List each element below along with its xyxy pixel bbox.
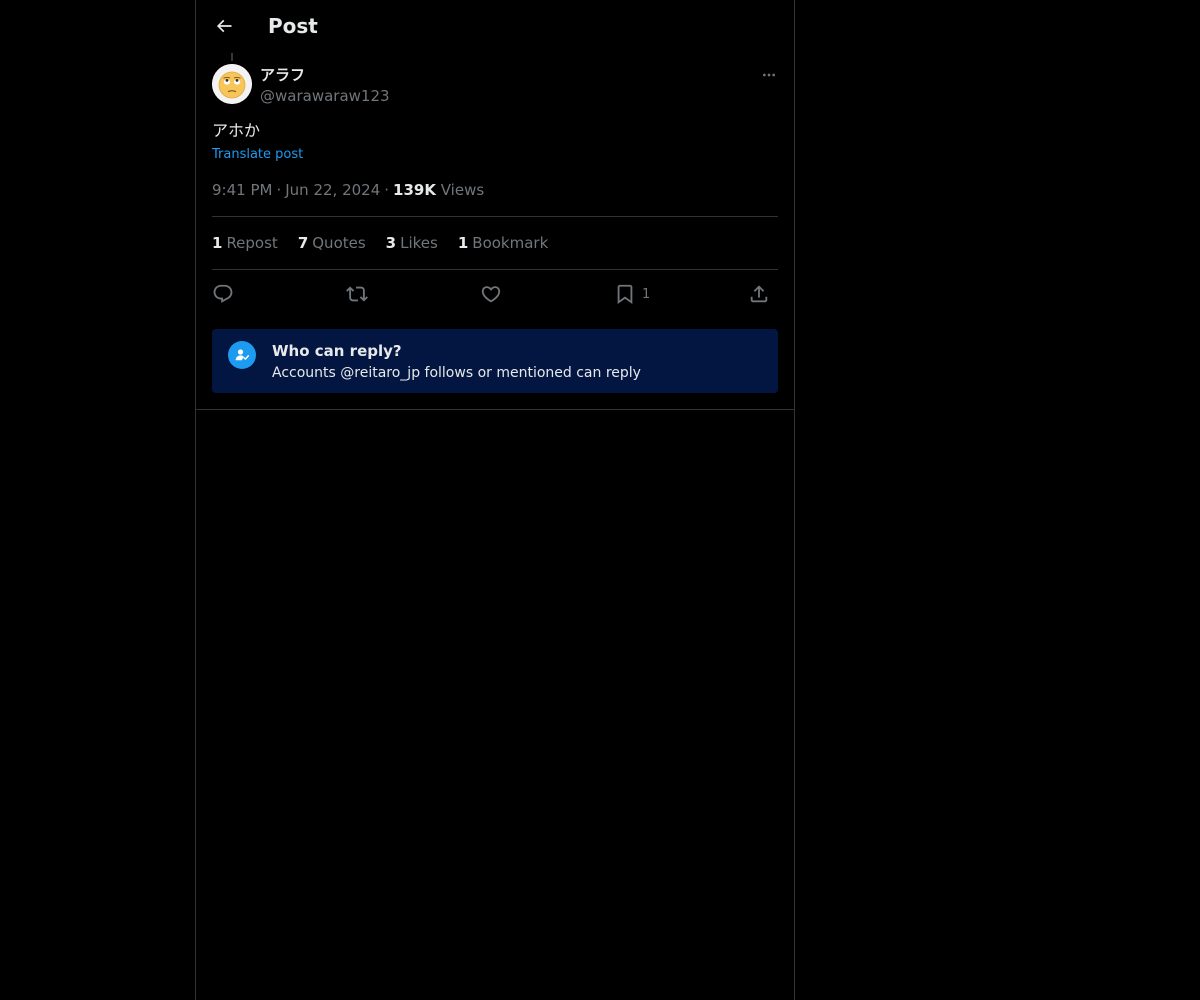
bookmarks-stat[interactable]: 1 Bookmark: [458, 233, 548, 253]
action-bar: 1: [212, 280, 778, 308]
more-options-button[interactable]: [758, 64, 780, 86]
eye-roll-emoji-icon: [212, 64, 252, 104]
views-count: 139K: [393, 181, 436, 199]
reply-restriction-title: Who can reply?: [272, 342, 402, 360]
share-icon: [750, 285, 768, 303]
likes-count: 3: [385, 234, 397, 252]
post-bottom-border: [196, 409, 794, 410]
author-handle[interactable]: @warawaraw123: [260, 86, 390, 106]
bookmark-icon: [617, 284, 633, 305]
reposts-label: Repost: [226, 234, 278, 252]
reposts-count: 1: [212, 234, 223, 252]
likes-stat[interactable]: 3 Likes: [386, 233, 438, 253]
arrow-left-icon: [216, 19, 232, 33]
quotes-count: 7: [297, 234, 309, 252]
quotes-stat[interactable]: 7 Quotes: [298, 233, 366, 253]
mention-user-icon: [228, 341, 256, 369]
reply-restriction-description: Accounts @reitaro_jp follows or mentione…: [272, 365, 641, 381]
reply-icon: [213, 284, 233, 303]
thread-line: [231, 53, 233, 61]
repost-icon: [346, 286, 368, 302]
likes-label: Likes: [400, 234, 438, 252]
avatar[interactable]: [212, 64, 252, 104]
post-text: アホか: [212, 121, 261, 140]
post-meta: 9:41 PM · Jun 22, 2024 · 139K Views: [212, 180, 484, 200]
reposts-stat[interactable]: 1 Repost: [212, 233, 278, 253]
quotes-label: Quotes: [312, 234, 366, 252]
bookmark-count: 1: [642, 286, 651, 302]
bookmarks-label: Bookmark: [472, 234, 549, 252]
meta-separator: ·: [276, 181, 282, 199]
post-time[interactable]: 9:41 PM: [212, 181, 272, 199]
reply-restriction-box: Who can reply? Accounts @reitaro_jp foll…: [212, 329, 778, 393]
post-date[interactable]: Jun 22, 2024: [285, 181, 380, 199]
more-horizontal-icon: [763, 73, 775, 77]
share-button[interactable]: [748, 280, 770, 308]
meta-separator: ·: [384, 181, 390, 199]
back-button[interactable]: [208, 10, 240, 42]
bookmarks-count: 1: [457, 234, 469, 252]
translate-post-link[interactable]: Translate post: [212, 146, 303, 164]
views-label: Views: [440, 181, 485, 199]
author-display-name[interactable]: アラフ: [260, 65, 305, 85]
divider: [212, 269, 778, 270]
divider: [212, 216, 778, 217]
page-title: Post: [268, 14, 318, 38]
post-stats: 1 Repost 7 Quotes 3 Likes 1 Bookmark: [212, 233, 548, 253]
repost-button[interactable]: [346, 280, 368, 308]
reply-button[interactable]: [212, 280, 234, 308]
page-header: Post: [196, 0, 794, 53]
main-column: Post アラフ @warawaraw123 アホか Translate pos…: [195, 0, 795, 1000]
bookmark-button[interactable]: 1: [614, 280, 650, 308]
like-button[interactable]: [480, 280, 502, 308]
heart-icon: [481, 286, 501, 303]
